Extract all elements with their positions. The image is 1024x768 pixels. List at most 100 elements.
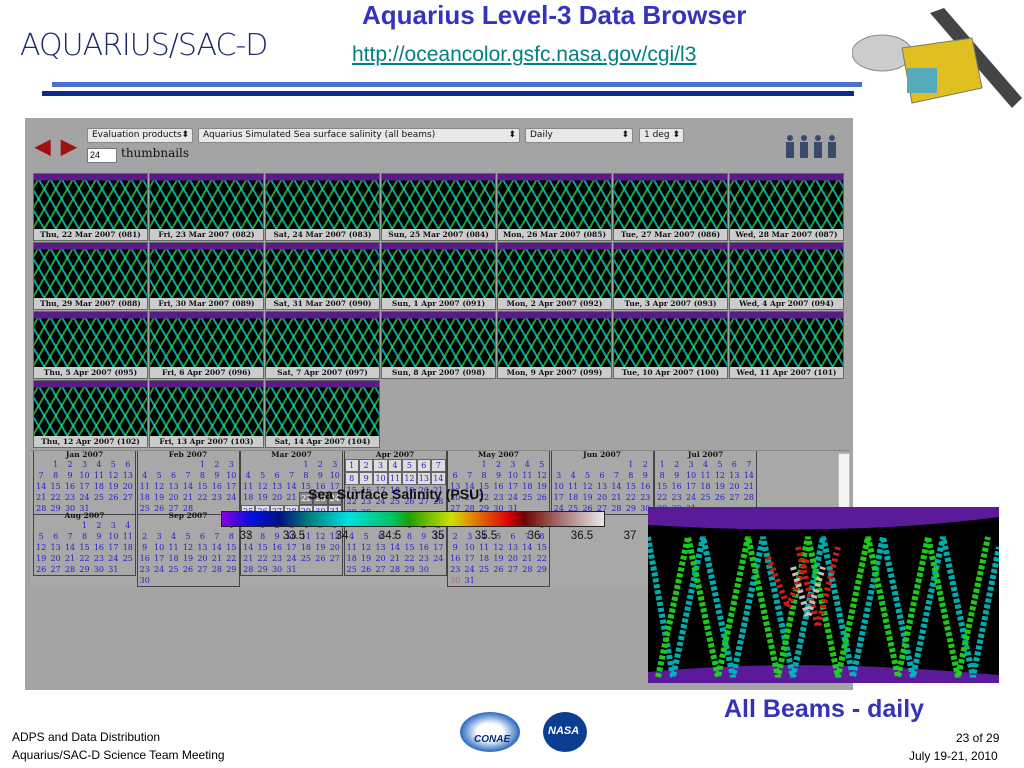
thumbnail-image[interactable]	[382, 174, 495, 229]
calendar-day[interactable]: 20	[595, 492, 609, 503]
thumbnail-image[interactable]	[614, 312, 727, 367]
thumbnail[interactable]: Fri, 13 Apr 2007 (103)	[149, 380, 264, 448]
calendar-day[interactable]: 24	[106, 553, 120, 564]
thumbnail[interactable]: Sun, 1 Apr 2007 (091)	[381, 242, 496, 310]
thumbnail-image[interactable]	[34, 243, 147, 298]
thumbnail-image[interactable]	[266, 312, 379, 367]
calendar-day[interactable]: 27	[195, 564, 209, 575]
calendar-day[interactable]: 13	[595, 481, 609, 492]
calendar-day[interactable]: 15	[402, 542, 416, 553]
calendar-day[interactable]: 17	[284, 542, 298, 553]
calendar-day[interactable]: 14	[241, 542, 255, 553]
calendar-day[interactable]: 22	[48, 492, 62, 503]
calendar-day[interactable]: 8	[624, 470, 638, 481]
calendar-day[interactable]: 27	[121, 492, 135, 503]
browser-url-link[interactable]: http://oceancolor.gsfc.nasa.gov/cgi/l3	[352, 43, 696, 67]
resolution-select[interactable]: 1 deg	[639, 128, 684, 143]
calendar-day[interactable]: 15	[48, 481, 62, 492]
calendar-day[interactable]: 13	[48, 542, 62, 553]
calendar-day[interactable]: 4	[566, 470, 580, 481]
calendar-day[interactable]: 20	[373, 553, 387, 564]
calendar-day[interactable]: 18	[121, 542, 135, 553]
thumbnail[interactable]: Sat, 14 Apr 2007 (104)	[265, 380, 380, 448]
calendar-day[interactable]: 13	[270, 481, 284, 492]
calendar-day[interactable]: 13	[121, 470, 135, 481]
calendar-day[interactable]: 20	[166, 492, 180, 503]
calendar-day[interactable]: 26	[34, 564, 48, 575]
calendar-day[interactable]: 2	[358, 459, 374, 472]
calendar-day[interactable]: 21	[284, 492, 298, 505]
calendar-day[interactable]: 22	[77, 553, 91, 564]
calendar-day[interactable]: 19	[152, 492, 166, 503]
calendar-day[interactable]: 5	[255, 470, 269, 481]
calendar-day[interactable]: 30	[270, 564, 284, 575]
thumbnail[interactable]: Thu, 29 Mar 2007 (088)	[33, 242, 148, 310]
calendar-day[interactable]: 9	[210, 470, 224, 481]
calendar-day[interactable]: 21	[181, 492, 195, 503]
calendar-day[interactable]: 28	[388, 564, 402, 575]
calendar-day[interactable]: 2	[63, 459, 77, 470]
calendar-day[interactable]: 19	[580, 492, 594, 503]
calendar-day[interactable]: 3	[328, 459, 342, 470]
calendar-day[interactable]: 7	[210, 531, 224, 542]
calendar-day[interactable]: 26	[181, 564, 195, 575]
calendar-day[interactable]: 3	[224, 459, 238, 470]
thumbnail-image[interactable]	[730, 312, 843, 367]
period-select[interactable]: Daily	[525, 128, 633, 143]
calendar-day[interactable]: 30	[92, 564, 106, 575]
calendar-day[interactable]: 29	[224, 564, 238, 575]
calendar-scrollbar[interactable]	[838, 453, 850, 513]
calendar-day[interactable]: 15	[77, 542, 91, 553]
calendar-day[interactable]: 19	[181, 553, 195, 564]
calendar-day[interactable]: 22	[195, 492, 209, 503]
calendar-day[interactable]: 14	[742, 470, 756, 481]
calendar-day[interactable]: 9	[358, 472, 374, 485]
thumbnail-count-input[interactable]: 24	[87, 148, 117, 163]
calendar-day[interactable]: 26	[491, 564, 505, 575]
calendar-day[interactable]: 23	[63, 492, 77, 503]
calendar-day[interactable]: 10	[684, 470, 698, 481]
calendar-day[interactable]: 28	[63, 564, 77, 575]
calendar-day[interactable]: 28	[609, 503, 623, 514]
calendar-day[interactable]: 9	[138, 542, 152, 553]
calendar-day[interactable]: 20	[727, 481, 741, 492]
calendar-day[interactable]: 9	[92, 531, 106, 542]
calendar-day[interactable]: 17	[224, 481, 238, 492]
calendar-day[interactable]: 5	[402, 459, 417, 472]
calendar-day[interactable]: 8	[77, 531, 91, 542]
calendar-day[interactable]: 5	[152, 470, 166, 481]
calendar-day[interactable]: 8	[344, 472, 359, 485]
calendar-day[interactable]: 9	[638, 470, 652, 481]
calendar-day[interactable]: 12	[535, 470, 549, 481]
calendar-day[interactable]: 21	[34, 492, 48, 503]
calendar-day[interactable]: 19	[359, 553, 373, 564]
calendar-day[interactable]: 3	[77, 459, 91, 470]
calendar-day[interactable]: 16	[491, 481, 505, 492]
thumbnail-image[interactable]	[266, 381, 379, 436]
thumbnail-image[interactable]	[34, 381, 147, 436]
calendar-day[interactable]: 24	[77, 492, 91, 503]
thumbnail[interactable]: Fri, 23 Mar 2007 (082)	[149, 173, 264, 241]
calendar-day[interactable]: 25	[121, 553, 135, 564]
calendar-day[interactable]: 20	[121, 481, 135, 492]
calendar-day[interactable]: 9	[669, 470, 683, 481]
calendar-day[interactable]: 24	[506, 492, 520, 503]
calendar-day[interactable]: 11	[345, 542, 359, 553]
calendar-day[interactable]: 7	[284, 470, 298, 481]
calendar-day[interactable]: 23	[491, 492, 505, 503]
thumbnail[interactable]: Wed, 4 Apr 2007 (094)	[729, 242, 844, 310]
calendar-day[interactable]: 4	[241, 470, 255, 481]
calendar-day[interactable]: 31	[284, 564, 298, 575]
calendar-day[interactable]: 25	[345, 564, 359, 575]
calendar-day[interactable]: 12	[402, 472, 417, 485]
calendar-day[interactable]: 17	[431, 542, 445, 553]
calendar-day[interactable]: 15	[624, 481, 638, 492]
calendar-day[interactable]: 6	[416, 459, 432, 472]
calendar-day[interactable]: 31	[106, 564, 120, 575]
calendar-day[interactable]: 23	[417, 553, 431, 564]
calendar-day[interactable]: 1	[655, 459, 669, 470]
calendar-day[interactable]: 25	[166, 564, 180, 575]
calendar-day[interactable]: 30	[448, 575, 462, 586]
calendar-day[interactable]: 6	[121, 459, 135, 470]
calendar-day[interactable]: 15	[195, 481, 209, 492]
